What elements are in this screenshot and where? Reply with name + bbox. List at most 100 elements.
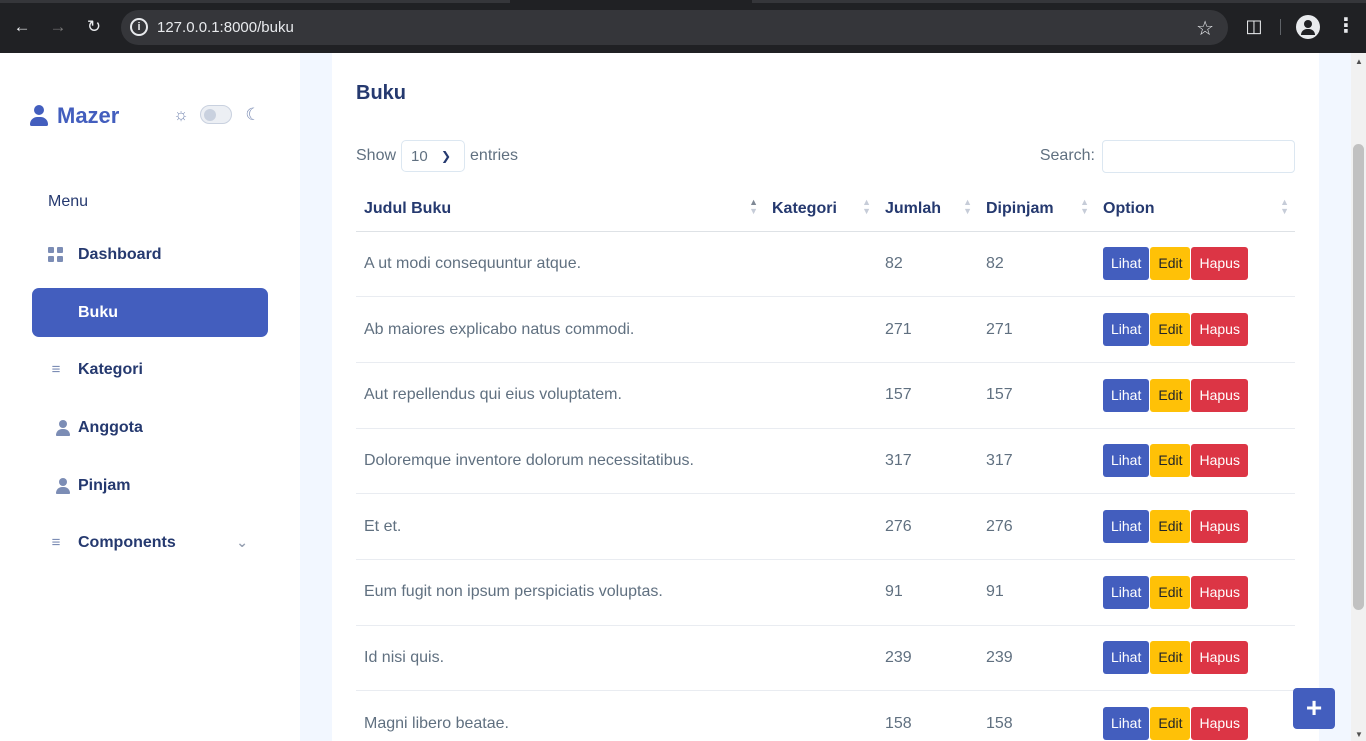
brand-logo[interactable]: Mazer	[30, 101, 119, 131]
show-label: Show	[356, 147, 397, 164]
cell-option: Lihat Edit Hapus	[1095, 690, 1295, 741]
browser-menu-icon[interactable]: ⋮	[1336, 14, 1356, 38]
scrollbar-thumb[interactable]	[1353, 144, 1364, 610]
delete-button[interactable]: Hapus	[1191, 641, 1248, 675]
sidebar-item-pinjam[interactable]: Pinjam	[32, 461, 268, 510]
delete-button[interactable]: Hapus	[1191, 510, 1248, 544]
url-text[interactable]: 127.0.0.1:8000/buku	[157, 19, 294, 36]
delete-button[interactable]: Hapus	[1191, 313, 1248, 347]
sort-icon: ▲ ▼	[963, 197, 972, 216]
sidebar-item-anggota[interactable]: Anggota	[32, 403, 268, 452]
column-header-option[interactable]: Option ▲ ▼	[1095, 187, 1295, 232]
sort-icon: ▲ ▼	[862, 197, 871, 216]
delete-button[interactable]: Hapus	[1191, 575, 1248, 609]
table-row: Aut repellendus qui eius voluptatem. 157 1…	[356, 362, 1295, 429]
cell-judul: Ab maiores explicabo natus commodi.	[356, 296, 764, 363]
sidebar-item-components[interactable]: ≡ Components ⌄	[32, 518, 268, 567]
edit-button[interactable]: Edit	[1150, 707, 1191, 741]
column-header-dipinjam[interactable]: Dipinjam ▲ ▼	[978, 187, 1095, 232]
cell-kategori	[764, 559, 877, 626]
sidebar-item-label: Pinjam	[78, 476, 131, 494]
cell-judul: Eum fugit non ipsum perspiciatis volupta…	[356, 559, 764, 626]
books-table: Judul Buku ▲ ▼ Kategori ▲ ▼ Jumlah ▲ ▼ Dipi…	[356, 187, 1295, 741]
cell-judul: Doloremque inventore dolorum necessitati…	[356, 428, 764, 495]
cell-dipinjam: 271	[978, 296, 1095, 363]
table-row: Eum fugit non ipsum perspiciatis volupta…	[356, 559, 1295, 626]
view-button[interactable]: Lihat	[1103, 378, 1150, 412]
column-header-jumlah[interactable]: Jumlah ▲ ▼	[877, 187, 978, 232]
sidebar-item-kategori[interactable]: ≡ Kategori	[32, 345, 268, 394]
view-button[interactable]: Lihat	[1103, 313, 1150, 347]
cell-jumlah: 82	[877, 231, 978, 298]
cell-option: Lihat Edit Hapus	[1095, 428, 1295, 495]
scroll-up-icon[interactable]: ▲	[1355, 57, 1363, 66]
chevron-down-icon: ❯	[440, 149, 452, 163]
reload-icon[interactable]: ↻	[82, 15, 106, 39]
entries-length-control: Show 10 ❯ entries	[356, 140, 518, 172]
sidebar-item-label: Buku	[78, 303, 118, 321]
edit-button[interactable]: Edit	[1150, 510, 1191, 544]
edit-button[interactable]: Edit	[1150, 247, 1191, 281]
cell-dipinjam: 157	[978, 362, 1095, 429]
extensions-icon[interactable]: ◫	[1243, 15, 1265, 37]
cell-jumlah: 91	[877, 559, 978, 626]
person-icon	[48, 420, 64, 436]
cell-kategori	[764, 690, 877, 741]
view-button[interactable]: Lihat	[1103, 575, 1150, 609]
site-info-icon[interactable]: i	[130, 18, 148, 36]
cell-dipinjam: 239	[978, 625, 1095, 692]
search-label: Search:	[1039, 147, 1095, 164]
toolbar-divider	[1280, 19, 1281, 35]
forward-icon[interactable]: →	[46, 15, 70, 39]
cell-judul: A ut modi consequuntur atque.	[356, 231, 764, 298]
sidebar-item-dashboard[interactable]: Dashboard	[32, 230, 268, 279]
brand-name: Mazer	[57, 103, 120, 128]
edit-button[interactable]: Edit	[1150, 641, 1191, 675]
sidebar-item-label: Components	[78, 533, 176, 551]
sort-icon: ▲ ▼	[1280, 197, 1289, 216]
cell-dipinjam: 158	[978, 690, 1095, 741]
sidebar-item-label: Kategori	[78, 360, 143, 378]
entries-select[interactable]: 10 ❯	[401, 140, 466, 172]
table-row: Et et. 276 276 Lihat Edit Hapus	[356, 493, 1295, 560]
edit-button[interactable]: Edit	[1150, 444, 1191, 478]
column-header-judul[interactable]: Judul Buku ▲ ▼	[356, 187, 764, 232]
bookmark-star-icon[interactable]: ☆	[1196, 16, 1214, 41]
delete-button[interactable]: Hapus	[1191, 378, 1248, 412]
view-button[interactable]: Lihat	[1103, 247, 1150, 281]
table-row: A ut modi consequuntur atque. 82 82 Lihat Ed…	[356, 231, 1295, 298]
view-button[interactable]: Lihat	[1103, 707, 1150, 741]
profile-avatar-icon[interactable]	[1296, 15, 1320, 39]
dark-mode-switch[interactable]	[200, 105, 232, 124]
page-scrollbar[interactable]: ▲ ▼	[1351, 53, 1366, 741]
scroll-down-icon[interactable]: ▼	[1355, 730, 1363, 739]
cell-judul: Id nisi quis.	[356, 625, 764, 692]
cell-judul: Aut repellendus qui eius voluptatem.	[356, 362, 764, 429]
column-header-kategori[interactable]: Kategori ▲ ▼	[764, 187, 877, 232]
back-icon[interactable]: ←	[10, 15, 34, 39]
edit-button[interactable]: Edit	[1150, 313, 1191, 347]
tab-strip	[0, 0, 1366, 9]
view-button[interactable]: Lihat	[1103, 510, 1150, 544]
search-input[interactable]	[1102, 139, 1295, 173]
view-button[interactable]: Lihat	[1103, 444, 1150, 478]
edit-button[interactable]: Edit	[1150, 575, 1191, 609]
delete-button[interactable]: Hapus	[1191, 444, 1248, 478]
edit-button[interactable]: Edit	[1150, 378, 1191, 412]
delete-button[interactable]: Hapus	[1191, 707, 1248, 741]
sidebar-item-buku[interactable]: Buku	[32, 288, 268, 337]
theme-toggle: ☼ ☾	[172, 105, 262, 124]
table-search: Search:	[1039, 139, 1295, 173]
stack-icon: ≡	[51, 533, 61, 551]
address-bar[interactable]: i 127.0.0.1:8000/buku ☆	[121, 10, 1228, 45]
browser-toolbar: ← → ↻ i 127.0.0.1:8000/buku ☆ ◫ ⋮	[0, 0, 1366, 53]
view-button[interactable]: Lihat	[1103, 641, 1150, 675]
cell-option: Lihat Edit Hapus	[1095, 231, 1295, 298]
delete-button[interactable]: Hapus	[1191, 247, 1248, 281]
sun-icon: ☼	[173, 104, 189, 124]
add-book-button[interactable]: +	[1293, 688, 1335, 729]
cell-kategori	[764, 625, 877, 692]
table-row: Doloremque inventore dolorum necessitati…	[356, 428, 1295, 495]
sort-icon: ▲ ▼	[1080, 197, 1089, 216]
user-icon	[30, 105, 48, 127]
